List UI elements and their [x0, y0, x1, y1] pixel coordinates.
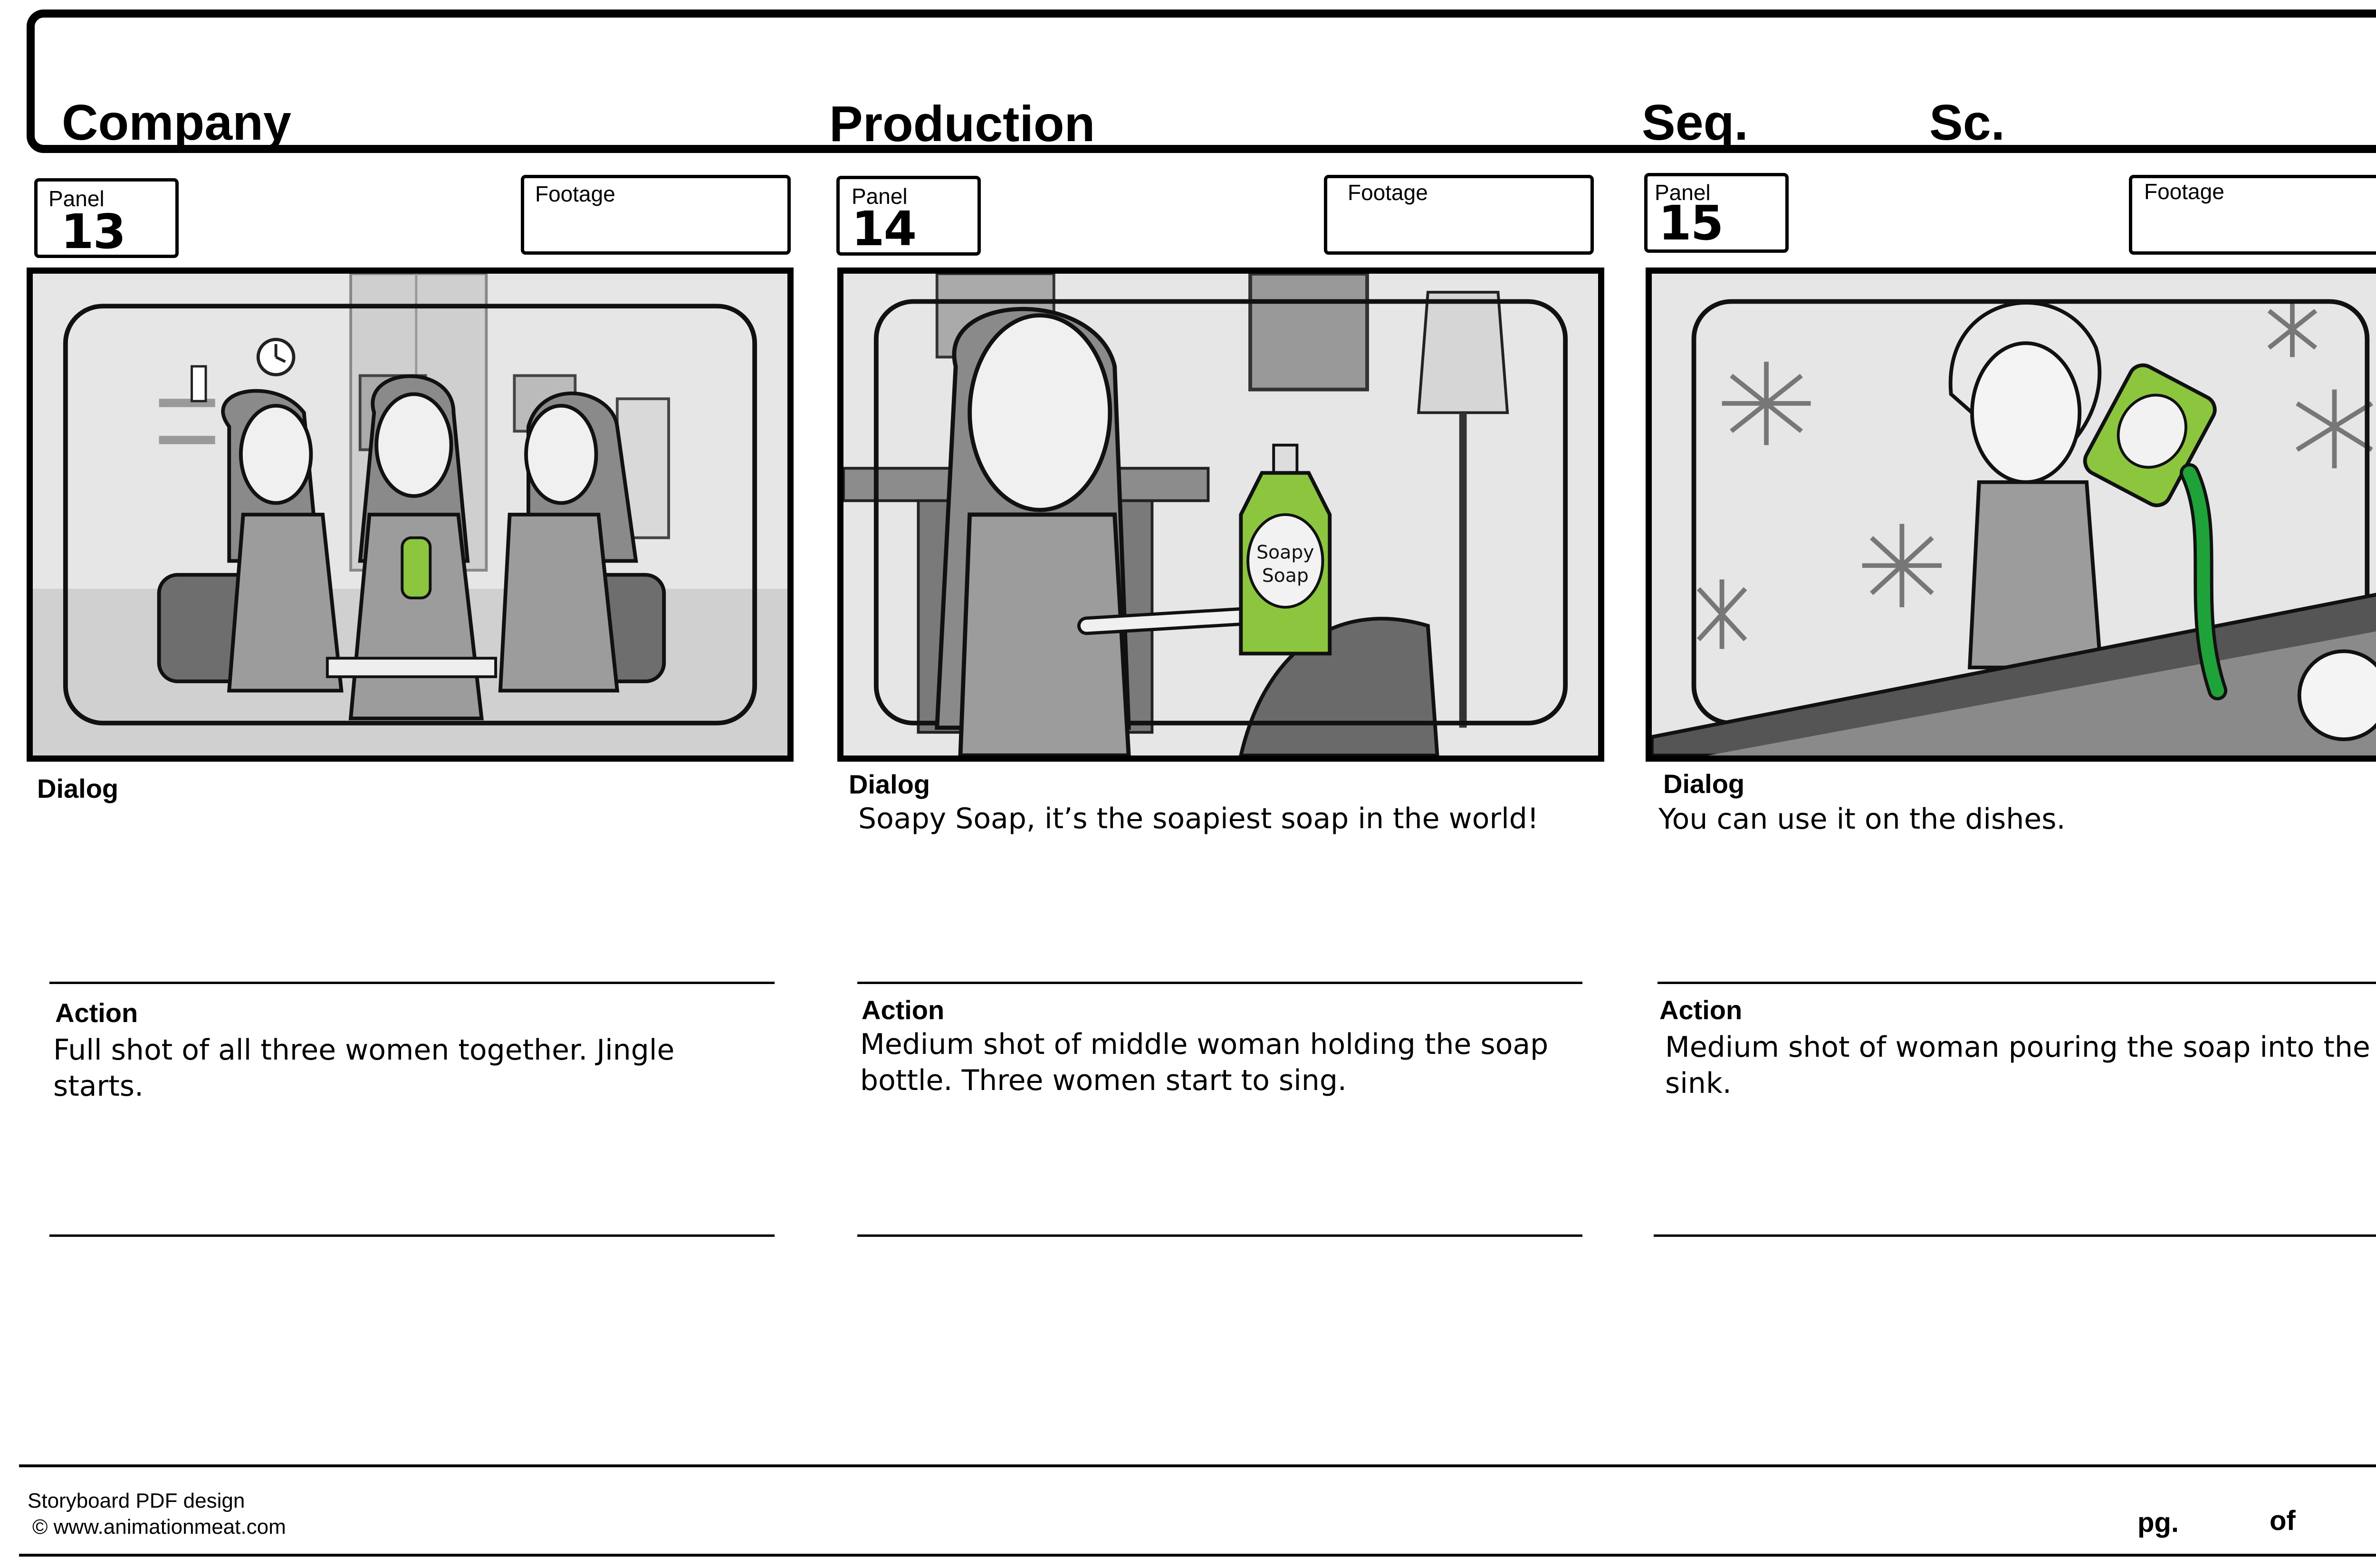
- panel-number: 14: [852, 201, 917, 257]
- action-rule: [49, 1234, 775, 1237]
- dialog-label: Dialog: [37, 774, 119, 803]
- footage-label: Footage: [2144, 179, 2224, 204]
- action-label: Action: [862, 995, 945, 1025]
- action-text[interactable]: Medium shot of middle woman holding the …: [860, 1026, 1582, 1207]
- footer-bottom-rule: [19, 1554, 2376, 1557]
- design-credit: Storyboard PDF design: [28, 1489, 245, 1512]
- dialog-text[interactable]: [50, 803, 773, 946]
- panel-frame: [27, 268, 794, 762]
- dialog-rule: [49, 982, 775, 984]
- footer-top-rule: [19, 1464, 2376, 1467]
- action-label: Action: [55, 998, 138, 1028]
- panel-artwork: [33, 274, 787, 755]
- of-label: of: [2270, 1505, 2296, 1536]
- footage-label: Footage: [1348, 180, 1428, 205]
- panel-number: 13: [61, 204, 126, 259]
- bottle-label-line1: Soapy: [1256, 542, 1314, 564]
- action-rule: [857, 1234, 1582, 1237]
- page-label: pg.: [2137, 1507, 2179, 1538]
- header-box: [27, 10, 2376, 153]
- panel-artwork: Soapy Soap: [843, 274, 1598, 755]
- soap-bottle-icon: [401, 536, 432, 600]
- action-rule: [1654, 1234, 2376, 1237]
- sequence-label: Seq.: [1642, 95, 1748, 151]
- bottle-label-line2: Soap: [1262, 565, 1309, 587]
- dialog-label: Dialog: [849, 769, 930, 799]
- copyright: © www.animationmeat.com: [32, 1515, 286, 1539]
- panel-artwork: [1652, 274, 2376, 755]
- dialog-rule: [1657, 982, 2376, 984]
- action-text[interactable]: Full shot of all three women together. J…: [53, 1032, 776, 1213]
- production-label: Production: [829, 96, 1095, 152]
- footage-label: Footage: [535, 182, 615, 206]
- dialog-label: Dialog: [1663, 769, 1745, 799]
- action-text[interactable]: Medium shot of woman pouring the soap in…: [1665, 1029, 2376, 1210]
- dialog-text[interactable]: Soapy Soap, it’s the soapiest soap in th…: [858, 801, 1581, 943]
- action-label: Action: [1659, 995, 1743, 1025]
- scene-label: Sc.: [1929, 95, 2005, 151]
- dialog-rule: [857, 982, 1582, 984]
- company-label: Company: [62, 95, 291, 151]
- panel-frame: Soapy Soap: [837, 268, 1604, 762]
- panel-number: 15: [1658, 195, 1724, 251]
- dialog-text[interactable]: You can use it on the dishes.: [1658, 801, 2376, 944]
- panel-frame: [1646, 268, 2376, 762]
